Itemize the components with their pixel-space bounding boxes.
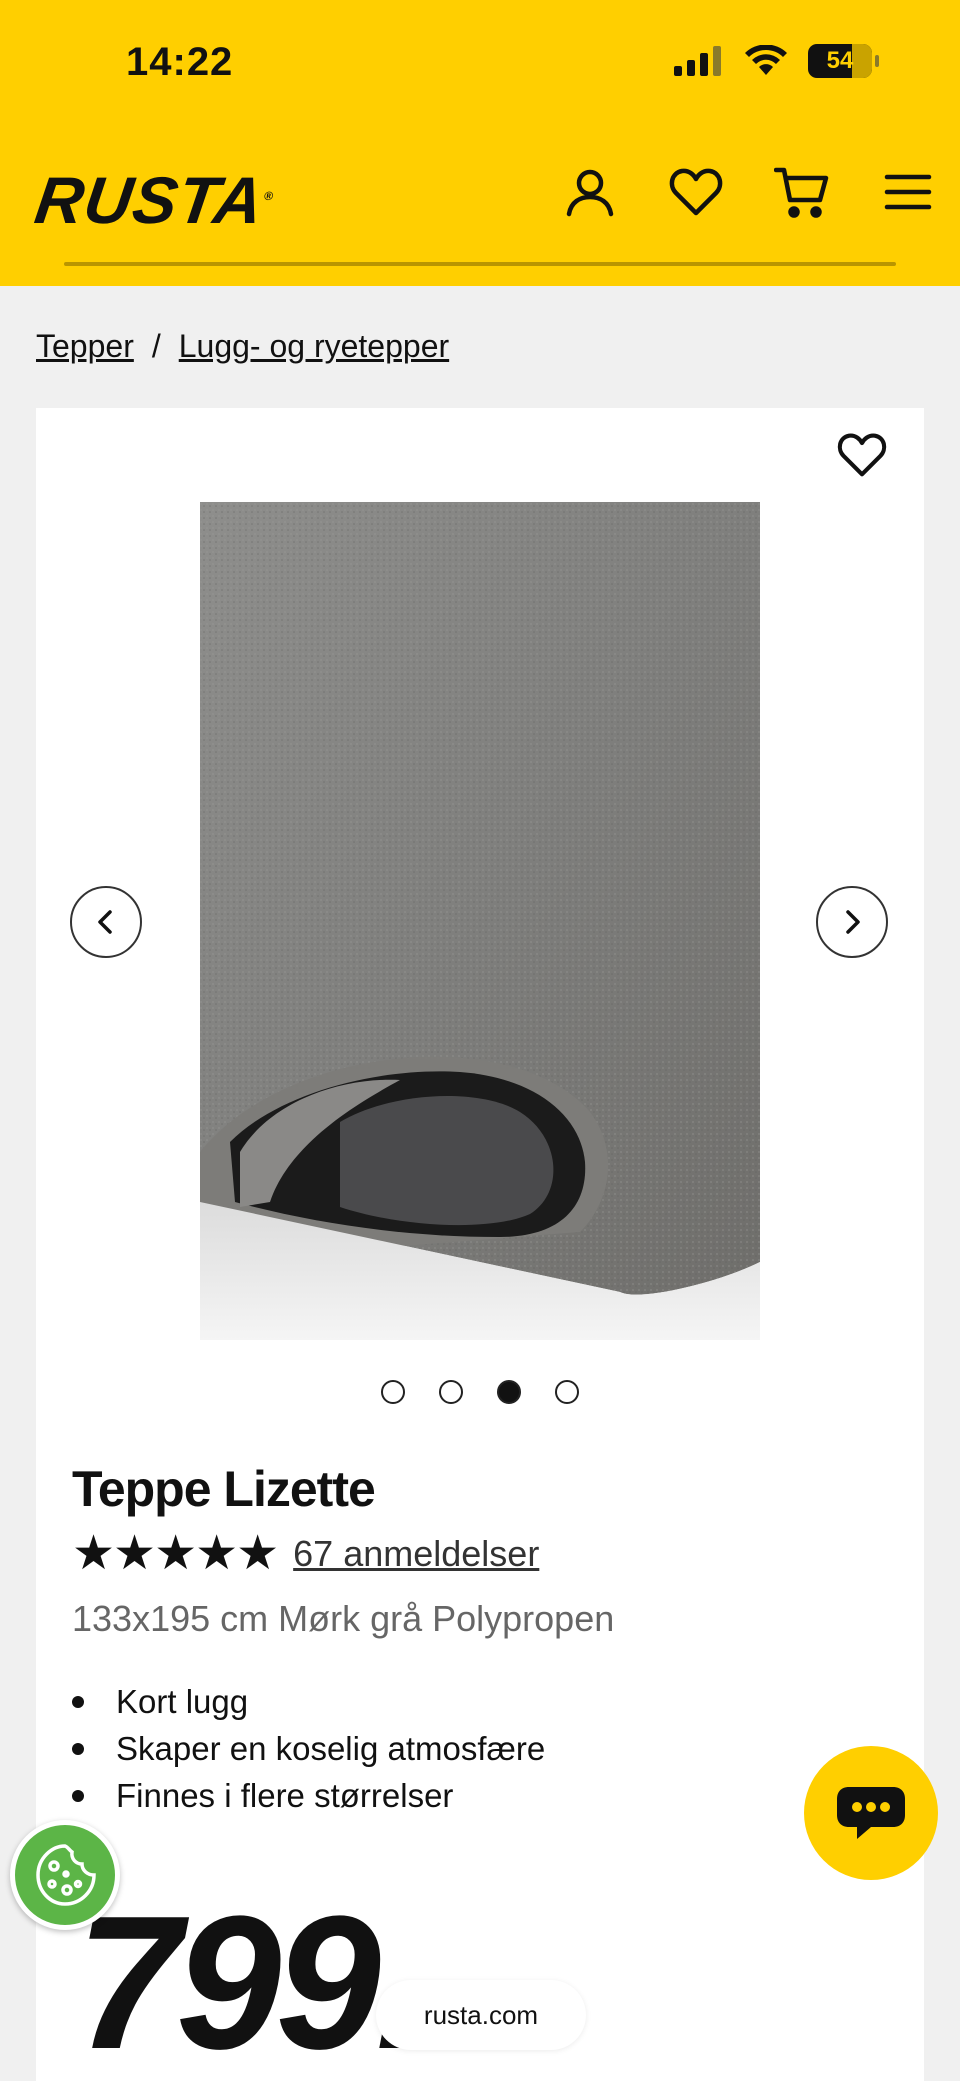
product-rating: ★★★★★ 67 anmeldelser — [72, 1530, 539, 1578]
wifi-icon — [745, 45, 787, 75]
image-dot-4[interactable] — [555, 1380, 579, 1404]
feature-item: Kort lugg — [72, 1678, 545, 1725]
cookie-settings-button[interactable] — [10, 1820, 120, 1930]
chat-button[interactable] — [804, 1746, 938, 1880]
feature-item: Finnes i flere størrelser — [72, 1772, 545, 1819]
menu-icon[interactable] — [880, 164, 936, 220]
status-time: 14:22 — [126, 40, 234, 84]
account-icon[interactable] — [562, 164, 618, 220]
breadcrumb-tepper[interactable]: Tepper — [36, 328, 134, 365]
site-header: 14:22 54 RUSTA® — [0, 0, 960, 286]
cookie-icon — [36, 1844, 96, 1906]
battery-level: 54 — [826, 47, 854, 74]
feature-list: Kort lugg Skaper en koselig atmosfære Fi… — [72, 1678, 545, 1819]
rating-stars: ★★★★★ — [72, 1527, 279, 1580]
header-actions — [562, 164, 936, 220]
breadcrumb: Tepper / Lugg- og ryetepper — [36, 328, 449, 365]
breadcrumb-lugg-og-ryetepper[interactable]: Lugg- og ryetepper — [179, 328, 449, 365]
product-variant: 133x195 cm Mørk grå Polypropen — [72, 1598, 615, 1639]
cart-icon[interactable] — [774, 164, 830, 220]
image-pagination — [36, 1380, 924, 1404]
previous-image-button[interactable] — [70, 886, 142, 958]
wishlist-heart-icon[interactable] — [836, 432, 888, 483]
rusta-logo[interactable]: RUSTA® — [31, 162, 279, 238]
image-dot-2[interactable] — [439, 1380, 463, 1404]
product-card: Teppe Lizette ★★★★★ 67 anmeldelser 133x1… — [36, 408, 924, 2081]
image-dot-1[interactable] — [381, 1380, 405, 1404]
breadcrumb-separator: / — [151, 328, 161, 364]
status-icons: 54 — [674, 44, 879, 78]
signal-icon — [674, 46, 721, 76]
heart-icon[interactable] — [668, 164, 724, 220]
reviews-link[interactable]: 67 anmeldelser — [293, 1533, 539, 1575]
product-title: Teppe Lizette — [72, 1461, 376, 1517]
feature-item: Skaper en koselig atmosfære — [72, 1725, 545, 1772]
product-image[interactable] — [200, 502, 760, 1340]
image-dot-3[interactable] — [497, 1380, 521, 1404]
search-bar-edge[interactable] — [64, 262, 896, 266]
battery-icon: 54 — [808, 44, 879, 78]
next-image-button[interactable] — [816, 886, 888, 958]
chat-icon — [837, 1787, 905, 1839]
browser-url-bar[interactable]: rusta.com — [376, 1980, 586, 2050]
